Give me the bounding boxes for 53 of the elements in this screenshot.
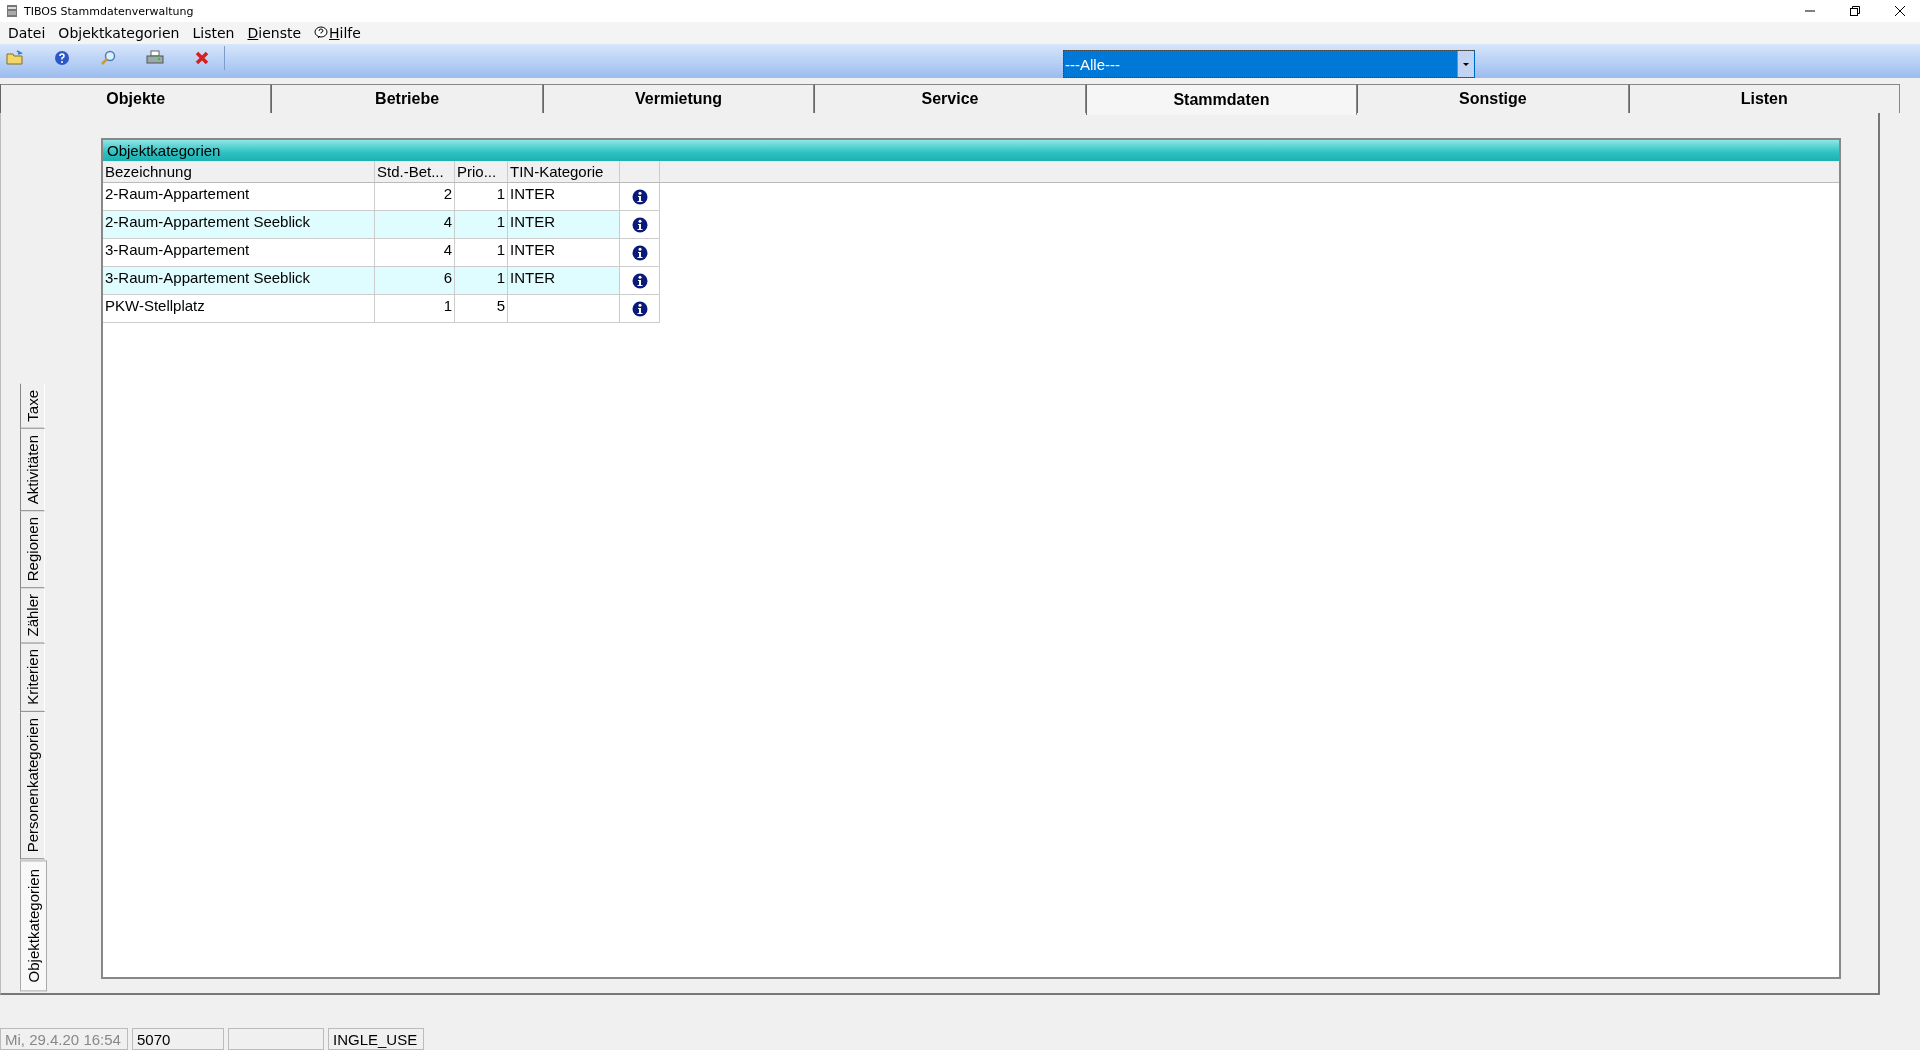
menu-item[interactable]: Dienste [247, 25, 302, 41]
side-tab[interactable]: Regionen [20, 510, 45, 588]
side-tab[interactable]: Objektkategorien [20, 859, 47, 991]
status-field: Mi, 29.4.20 16:54 [0, 1028, 128, 1050]
tab[interactable]: Vermietung [542, 84, 815, 113]
dropdown-value: ---Alle--- [1064, 55, 1121, 73]
table-cell: 1 [455, 211, 508, 239]
table-cell: 3-Raum-Appartement Seeblick [103, 267, 375, 295]
close-icon[interactable] [1894, 5, 1906, 17]
search-icon[interactable] [100, 50, 116, 66]
table-cell: 6 [375, 267, 455, 295]
tab[interactable]: Service [814, 84, 1086, 113]
table-cell: 4 [375, 211, 455, 239]
printer-icon[interactable] [146, 50, 164, 66]
menu-item[interactable]: Hilfe [329, 25, 361, 41]
column-header[interactable]: Prio... [455, 161, 508, 182]
restore-icon[interactable] [1849, 5, 1861, 17]
menu-item[interactable]: Datei [8, 25, 46, 41]
status-field: 5070 [132, 1028, 224, 1050]
table-cell: 1 [455, 267, 508, 295]
side-tab[interactable]: Kriterien [20, 643, 45, 713]
menu-item[interactable]: Objektkategorien [58, 25, 180, 41]
table-cell: 5 [455, 295, 508, 323]
tab[interactable]: Sonstige [1357, 84, 1629, 113]
column-header[interactable]: TIN-Kategorie [508, 161, 620, 182]
table-cell: 1 [375, 295, 455, 323]
folder-icon[interactable] [6, 50, 24, 66]
status-field: INGLE_USE [328, 1028, 424, 1050]
filter-dropdown[interactable]: ---Alle--- [1063, 50, 1475, 78]
menu-item[interactable]: Listen [192, 25, 235, 41]
column-header[interactable]: Std.-Bet... [375, 161, 455, 182]
column-header[interactable]: Bezeichnung [103, 161, 375, 182]
info-icon[interactable] [631, 300, 648, 317]
table-cell: 2-Raum-Appartement Seeblick [103, 211, 375, 239]
tab[interactable]: Betriebe [271, 84, 543, 113]
help-icon[interactable] [54, 50, 70, 66]
table-cell: PKW-Stellplatz [103, 295, 375, 323]
side-tab[interactable]: Zähler [20, 587, 45, 644]
panel-title: Objektkategorien [103, 140, 1839, 161]
delete-icon[interactable] [194, 50, 210, 66]
side-tab[interactable]: Personenkategorien [20, 712, 45, 860]
tab[interactable]: Objekte [0, 84, 272, 113]
info-icon[interactable] [631, 216, 648, 233]
info-icon[interactable] [631, 272, 648, 289]
info-icon[interactable] [631, 188, 648, 205]
tab[interactable]: Stammdaten [1085, 84, 1358, 115]
side-tab[interactable]: Taxe [20, 383, 45, 429]
window-title: TIBOS Stammdatenverwaltung [24, 4, 195, 18]
app-icon [6, 4, 18, 18]
side-tab[interactable]: Aktivitäten [20, 428, 45, 511]
tab[interactable]: Listen [1628, 84, 1900, 113]
help-bubble-icon [314, 26, 329, 40]
info-icon[interactable] [631, 244, 648, 261]
